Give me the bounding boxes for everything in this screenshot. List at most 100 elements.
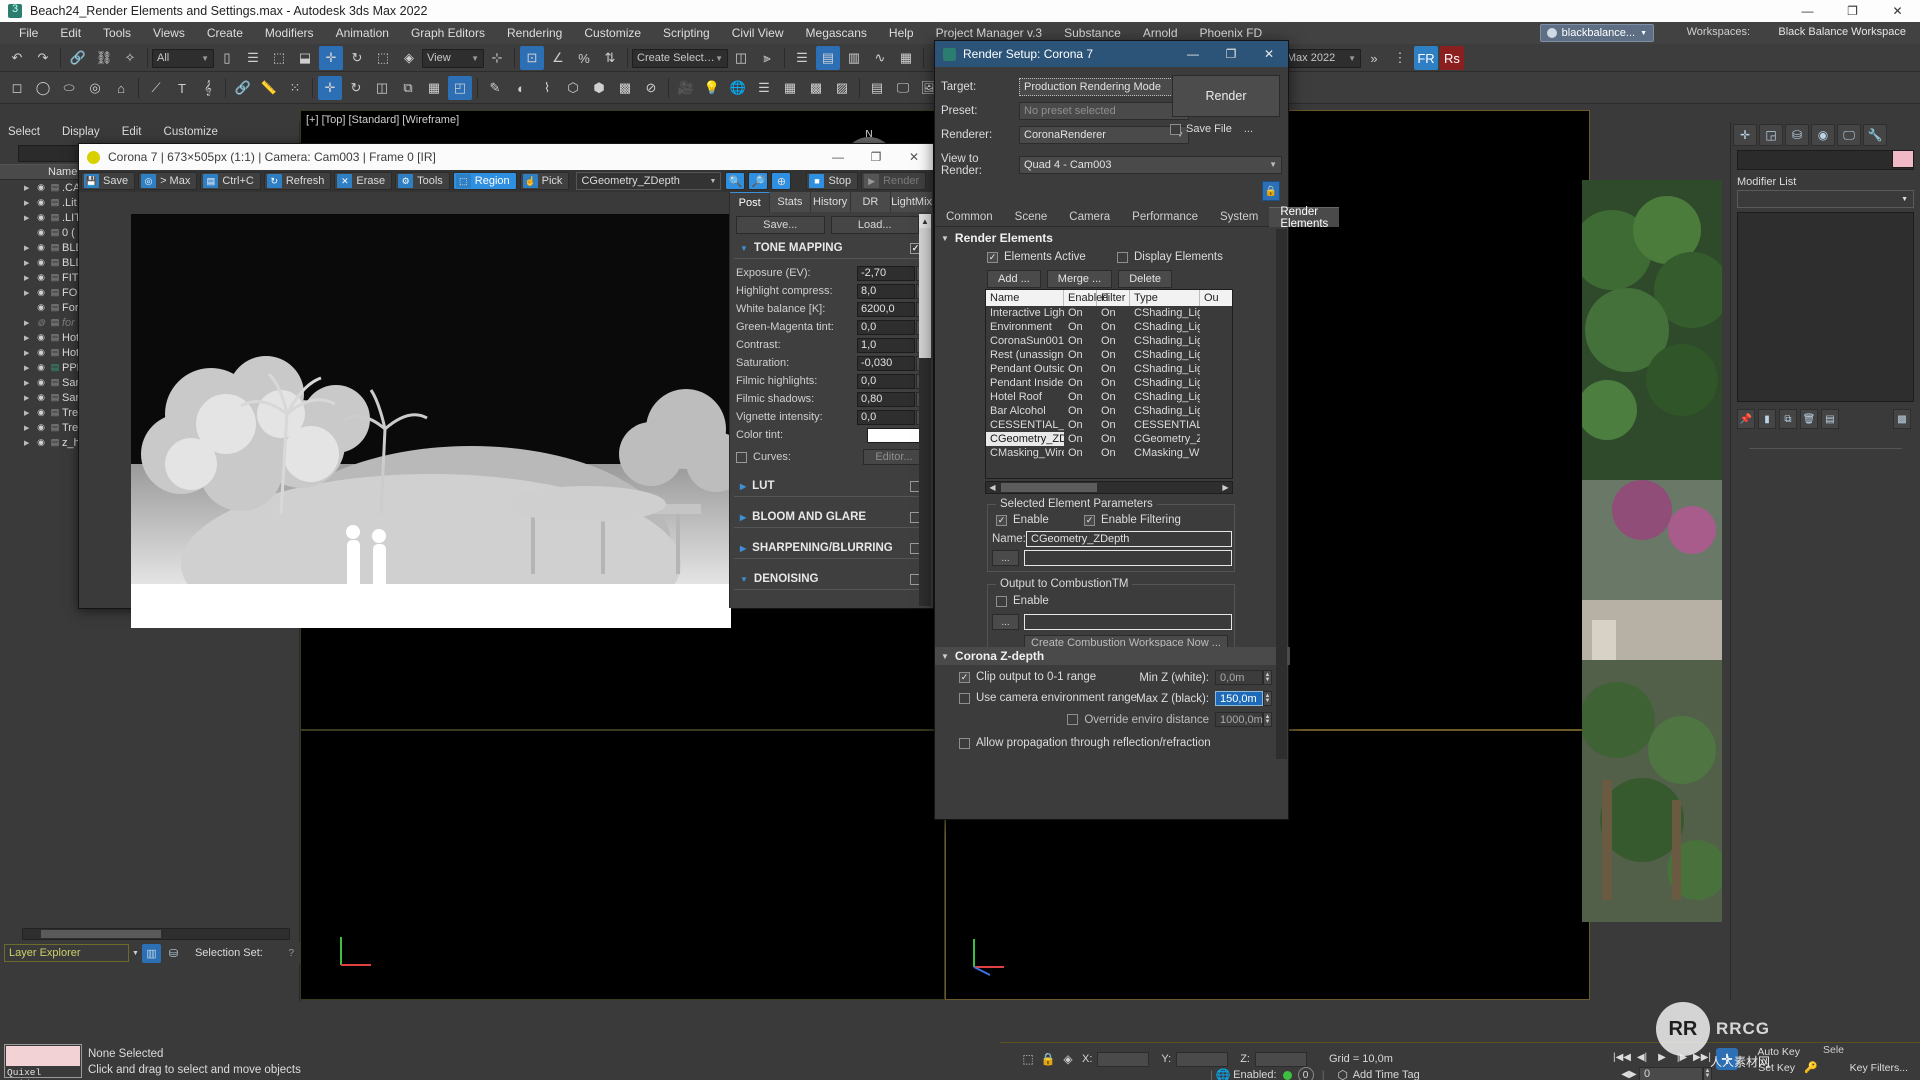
render-element-filter[interactable]: On — [1097, 390, 1130, 404]
use-camera-env-checkbox[interactable] — [959, 692, 970, 704]
explorer-menu-display[interactable]: Display — [62, 126, 100, 138]
tone-mapping-header[interactable]: ▼ TONE MAPPING ✓ — [734, 236, 929, 259]
renderer-combo[interactable]: CoronaRenderer ▼ — [1019, 125, 1189, 144]
vfb-button-tools[interactable]: ⚙ Tools — [395, 172, 450, 190]
render-element-row[interactable]: Pendant InsideOnOnCShading_Lig... — [986, 376, 1232, 390]
help-icon[interactable]: ? — [288, 948, 294, 959]
previous-frame-icon[interactable]: ◀| — [1632, 1048, 1652, 1066]
select-rotate-icon[interactable]: ↻ — [345, 46, 369, 70]
allow-propagation-row[interactable]: Allow propagation through reflection/ref… — [959, 737, 1211, 749]
visibility-eye-icon[interactable]: ◉ — [34, 362, 48, 373]
vfb-button-ctrl-c[interactable]: ▤ Ctrl+C — [200, 172, 261, 190]
tab-modify-icon[interactable]: ◲ — [1759, 124, 1783, 146]
clone-icon[interactable]: ⧉ — [396, 76, 420, 100]
viewport-bottom-left[interactable] — [300, 730, 945, 1000]
close-button[interactable]: ✕ — [1875, 0, 1920, 22]
vfb-button-max[interactable]: ◎ > Max — [138, 172, 198, 190]
layer-icon[interactable]: ▤ — [48, 377, 62, 388]
column-header-enabled[interactable]: Enabled — [1064, 290, 1108, 306]
lock-selection-icon[interactable]: 🔒 — [1038, 1049, 1058, 1069]
explorer-menu-select[interactable]: Select — [8, 126, 40, 138]
color-tint-swatch[interactable] — [867, 427, 925, 443]
show-end-result-icon[interactable]: ▮ — [1758, 409, 1776, 429]
corona-vfb-window[interactable]: Corona 7 | 673×505px (1:1) | Camera: Cam… — [78, 143, 934, 654]
vfb-render-button[interactable]: ▶ Render — [861, 172, 927, 190]
layer-icon[interactable]: ▤ — [48, 287, 62, 298]
select-move-icon[interactable]: ✛ — [319, 46, 343, 70]
light-icon[interactable]: 💡 — [700, 76, 724, 100]
named-selection-set-combo[interactable]: Create Selection Se ▼ — [632, 48, 728, 68]
rotate-mode-icon[interactable]: ↻ — [344, 76, 368, 100]
render-element-row[interactable]: Interactive Light...OnOnCShading_Lig... — [986, 306, 1232, 320]
override-enviro-input[interactable]: 1000,0m — [1215, 712, 1263, 727]
render-element-enabled[interactable]: On — [1064, 362, 1097, 376]
render-elements-buttons[interactable]: Add ... Merge ... Delete — [987, 270, 1178, 288]
visibility-eye-icon[interactable]: ◉ — [34, 407, 48, 418]
vfb-collapsed-sections[interactable]: ▶ LUT ▶ BLOOM AND GLARE ▶ SHARPENING/BLURRING… — [730, 474, 933, 590]
tone-mapping-row[interactable]: Saturation:-0,030▲▼ — [730, 354, 933, 372]
menu-item-animation[interactable]: Animation — [325, 22, 400, 44]
expand-arrow-icon[interactable]: ▶ — [24, 199, 34, 207]
command-panel-tabs[interactable]: ✛ ◲ ⛁ ◉ 🖵 🔧 — [1731, 122, 1920, 148]
modifier-options-icon[interactable]: ▩ — [1893, 409, 1911, 429]
render-element-enabled[interactable]: On — [1064, 348, 1097, 362]
vfb-load-preset-button[interactable]: Load... — [830, 216, 919, 234]
layer-icon[interactable]: ▤ — [48, 182, 62, 193]
grid-view3-icon[interactable]: ▨ — [830, 76, 854, 100]
render-element-enabled[interactable]: On — [1064, 390, 1097, 404]
layer-icon[interactable]: ▤ — [48, 257, 62, 268]
layer-icon[interactable]: ▤ — [48, 392, 62, 403]
combustion-enable-row[interactable]: Enable — [996, 595, 1049, 607]
bind-space-warp-icon[interactable]: ✧ — [118, 46, 142, 70]
delete-element-button[interactable]: Delete — [1118, 270, 1172, 288]
allow-propagation-checkbox[interactable] — [959, 737, 970, 749]
render-elements-hscrollbar[interactable]: ◀ ▶ — [985, 481, 1233, 494]
render-element-row[interactable]: Bar Alcohol OnOn CShading_Lig... — [986, 404, 1232, 418]
expand-arrow-icon[interactable]: ▶ — [24, 244, 34, 252]
render-element-filter[interactable]: On — [1097, 376, 1130, 390]
tone-mapping-row-value[interactable]: 1,0 — [857, 337, 915, 353]
layer-icon[interactable]: ▤ — [48, 197, 62, 208]
rs-plugin-icon[interactable]: Rs — [1440, 46, 1464, 70]
explorer-menu-bar[interactable]: Select Display Edit Customize — [0, 122, 299, 142]
render-setup-scrollbar[interactable] — [1276, 229, 1287, 759]
key-mode-icon[interactable]: 🌐 — [1213, 1065, 1233, 1080]
clip-output-row[interactable]: ✓ Clip output to 0-1 range — [959, 671, 1096, 683]
save-file-dots-button[interactable]: ... — [1244, 123, 1253, 135]
tone-mapping-row-value[interactable]: -2,70 — [857, 265, 915, 281]
layer-icon[interactable]: ▤ — [48, 227, 62, 238]
render-elements-table[interactable]: Name Enabled Filter Type Ou Interactive … — [985, 289, 1233, 479]
visibility-eye-icon[interactable]: ◍ — [34, 317, 48, 328]
layer-icon[interactable]: ▤ — [48, 437, 62, 448]
render-element-row[interactable]: Rest (unassigned)OnOnCShading_Lig... — [986, 348, 1232, 362]
render-element-row[interactable]: Environment OnOn CShading_Lig... — [986, 320, 1232, 334]
forward-icon[interactable]: » — [1362, 46, 1386, 70]
render-elements-rollout-header[interactable]: ▼ Render Elements — [935, 229, 1290, 247]
box-primitive-icon[interactable]: ◻ — [5, 76, 29, 100]
measure-icon[interactable]: 📏 — [257, 76, 281, 100]
vfb-close-button[interactable]: ✕ — [895, 144, 933, 170]
asset-browser-icon[interactable]: ▤ — [865, 76, 889, 100]
vfb-tab-dr[interactable]: DR — [850, 192, 892, 212]
render-setup-tab-camera[interactable]: Camera — [1058, 207, 1121, 227]
placement-tool-icon[interactable]: ◈ — [397, 46, 421, 70]
cylinder-primitive-icon[interactable]: ⬭ — [57, 76, 81, 100]
vfb-panel-scrollbar[interactable]: ▲ — [919, 214, 931, 606]
render-setup-tab-render-elements[interactable]: Render Elements — [1269, 206, 1340, 230]
expand-arrow-icon[interactable]: ▶ — [24, 289, 34, 297]
corona-zdepth-rollout-header[interactable]: ▼ Corona Z-depth ⣿ — [935, 647, 1290, 665]
expand-arrow-icon[interactable]: ▶ — [24, 334, 34, 342]
vfb-button-region[interactable]: ⬚ Region — [452, 172, 517, 190]
combustion-path-row[interactable]: ... — [992, 614, 1232, 630]
select-scale-icon[interactable]: ⬚ — [371, 46, 395, 70]
explorer-menu-edit[interactable]: Edit — [122, 126, 142, 138]
soft-selection-icon[interactable]: ◐ — [509, 76, 533, 100]
curves-editor-button[interactable]: Editor... — [863, 449, 925, 465]
remove-modifier-icon[interactable]: 🗑 — [1800, 409, 1818, 429]
vfb-post-panel[interactable]: Post Stats History DR LightMix Save... Load.… — [729, 192, 934, 608]
layer-icon[interactable]: ▤ — [48, 347, 62, 358]
layer-icon[interactable]: ▤ — [48, 212, 62, 223]
grid-view2-icon[interactable]: ▩ — [804, 76, 828, 100]
layer-icon[interactable]: ▤ — [48, 272, 62, 283]
clip-output-checkbox[interactable]: ✓ — [959, 671, 970, 683]
